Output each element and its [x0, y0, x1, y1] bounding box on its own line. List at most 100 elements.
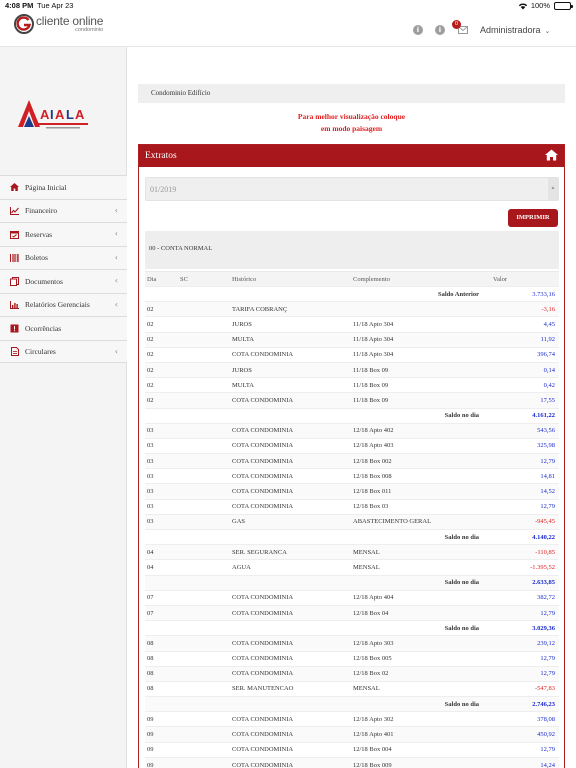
cell-valor: 12,79 [493, 604, 559, 621]
table-row: 07 COTA CONDOMINIA 12/18 Box 04 12,79 [145, 604, 559, 621]
cell-dia: 04 [145, 544, 180, 560]
sidebar-item-ocorrencias[interactable]: Ocorrências [0, 316, 127, 340]
main-content: Condominio Edifício Para melhor visualiz… [127, 47, 576, 768]
sidebar-item-reservas[interactable]: Reservas ‹ [0, 222, 127, 246]
cell-sc [180, 316, 232, 333]
cell-dia: 07 [145, 589, 180, 606]
cell-valor: 12,79 [493, 665, 559, 682]
saldo-row: Saldo no dia 3.029,36 [145, 620, 559, 636]
cell-dia: 02 [145, 361, 180, 378]
cell-historico: COTA CONDOMINIA [232, 498, 353, 515]
sidebar-item-circulares[interactable]: Circulares ‹ [0, 339, 127, 363]
cell-dia: 03 [145, 437, 180, 454]
cell-valor: -547,83 [493, 680, 559, 697]
cell-valor: 396,74 [493, 346, 559, 363]
empty-cell [232, 574, 353, 591]
cell-complemento: 12/18 Box 004 [353, 741, 493, 758]
cell-sc [180, 361, 232, 378]
cell-dia: 04 [145, 559, 180, 576]
cell-valor: 378,08 [493, 711, 559, 727]
sidebar-item-boletos[interactable]: Boletos ‹ [0, 245, 127, 269]
info-icon-2[interactable]: i [435, 25, 445, 35]
account-title: 00 - CONTA NORMAL [145, 231, 559, 269]
brand-name: cliente online [36, 13, 104, 28]
notice-line-2: em modo paisagem [320, 124, 383, 133]
cell-dia: 09 [145, 741, 180, 758]
column-header-historico: Histórico [232, 271, 353, 287]
empty-cell [180, 696, 232, 712]
cell-dia: 03 [145, 498, 180, 515]
cell-dia: 08 [145, 650, 180, 667]
cell-historico: COTA CONDOMINIA [232, 483, 353, 500]
cell-sc [180, 604, 232, 621]
table-row: 07 COTA CONDOMINIA 12/18 Apto 404 382,72 [145, 589, 559, 606]
cell-sc [180, 483, 232, 500]
cell-sc [180, 513, 232, 530]
saldo-value: 4.161,22 [493, 407, 559, 424]
statement-table: Dia SC Histórico Complemento Valor Saldo… [145, 271, 559, 768]
period-select[interactable]: 01/2019 ▲ [145, 177, 559, 201]
print-button[interactable]: IMPRIMIR [508, 209, 558, 227]
cell-dia: 03 [145, 483, 180, 500]
sidebar-item-pagina-inicial[interactable]: Página Inicial [0, 175, 127, 199]
table-row: 04 SER. SEGURANCA MENSAL -110,85 [145, 544, 559, 560]
cell-sc [180, 741, 232, 758]
cell-dia: 03 [145, 453, 180, 469]
chevron-left-icon: ‹ [114, 229, 118, 238]
breadcrumb: Condominio Edifício [138, 84, 565, 103]
table-row: 03 COTA CONDOMINIA 12/18 Apto 402 543,56 [145, 422, 559, 439]
cell-complemento: 12/18 Box 009 [353, 756, 493, 768]
sidebar-item-label: Boletos [25, 253, 48, 263]
panel-header: Extratos [139, 145, 564, 167]
saldo-row: Saldo no dia 2.746,23 [145, 696, 559, 712]
wifi-icon [518, 2, 528, 10]
cell-complemento: MENSAL [353, 544, 493, 560]
empty-cell [145, 696, 180, 712]
info-icon[interactable]: i [413, 25, 423, 35]
empty-cell [180, 574, 232, 591]
sidebar-item-label: Ocorrências [25, 323, 62, 333]
svg-text:I: I [50, 107, 54, 122]
saldo-row: Saldo no dia 4.161,22 [145, 407, 559, 424]
empty-cell [180, 407, 232, 424]
table-row: 09 COTA CONDOMINIA 12/18 Box 004 12,79 [145, 741, 559, 758]
cell-valor: 239,12 [493, 635, 559, 651]
cell-complemento: 12/18 Apto 404 [353, 589, 493, 606]
svg-text:L: L [66, 107, 74, 122]
cell-dia: 08 [145, 635, 180, 651]
cell-sc [180, 346, 232, 363]
cell-historico: COTA CONDOMINIA [232, 392, 353, 408]
sidebar-item-label: Reservas [25, 229, 53, 239]
user-menu[interactable]: Administradora ⌄ [480, 25, 550, 35]
cell-valor: 0,14 [493, 361, 559, 378]
status-bar: 4:08 PM Tue Apr 23 100% [0, 0, 576, 11]
cell-complemento: 12/18 Apto 303 [353, 635, 493, 651]
top-header: cliente online condominio i i 0 Administ… [0, 11, 576, 47]
cell-historico: COTA CONDOMINIA [232, 453, 353, 469]
home-icon[interactable] [545, 149, 558, 161]
cell-dia: 02 [145, 301, 180, 317]
cell-complemento: 12/18 Box 008 [353, 468, 493, 484]
sidebar-item-financeiro[interactable]: Financeiro ‹ [0, 198, 127, 222]
sidebar-item-relatorios-gerenciais[interactable]: Relatórios Gerenciais ‹ [0, 292, 127, 316]
cell-complemento: 12/18 Box 011 [353, 483, 493, 500]
cell-historico: COTA CONDOMINIA [232, 437, 353, 454]
cell-valor: 14,24 [493, 756, 559, 768]
empty-cell [232, 528, 353, 545]
cell-sc [180, 650, 232, 667]
table-row: 08 COTA CONDOMINIA 12/18 Box 005 12,79 [145, 650, 559, 667]
sidebar-item-documentos[interactable]: Documentos ‹ [0, 269, 127, 293]
cell-sc [180, 559, 232, 576]
svg-text:A: A [75, 107, 85, 122]
cell-valor: -110,85 [493, 544, 559, 560]
cell-sc [180, 544, 232, 560]
cell-complemento: 12/18 Box 04 [353, 604, 493, 621]
cell-complemento: 12/18 Box 002 [353, 453, 493, 469]
app-logo[interactable]: cliente online condominio [14, 14, 103, 34]
status-right: 100% [518, 1, 573, 10]
cell-dia: 02 [145, 392, 180, 408]
cell-valor: 12,79 [493, 453, 559, 469]
cell-complemento: 12/18 Box 005 [353, 650, 493, 667]
cell-complemento: MENSAL [353, 559, 493, 576]
cell-valor: 4,45 [493, 316, 559, 333]
